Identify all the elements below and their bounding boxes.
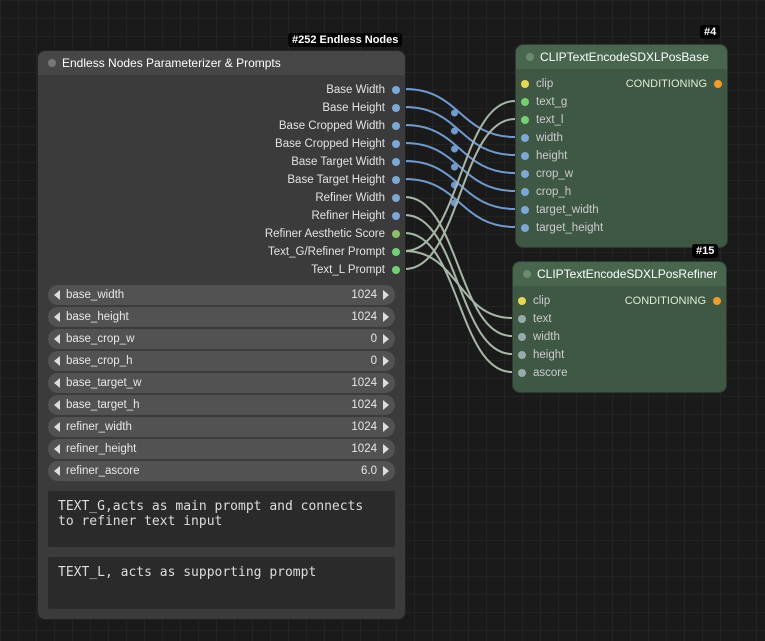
port-dot[interactable] (521, 152, 529, 160)
port-dot[interactable] (392, 230, 400, 238)
node-title[interactable]: CLIPTextEncodeSDXLPosRefiner (513, 262, 726, 286)
output-port[interactable]: Refiner Height (48, 207, 395, 225)
input-port[interactable]: target_width (526, 201, 717, 219)
output-port[interactable]: Base Width (48, 81, 395, 99)
input-ports: cliptextwidthheightascore (523, 292, 716, 382)
param-base_crop_w[interactable]: base_crop_w0 (48, 329, 395, 349)
node-badge: #15 (692, 244, 718, 258)
input-port[interactable]: width (526, 129, 717, 147)
port-dot[interactable] (392, 248, 400, 256)
port-dot[interactable] (392, 212, 400, 220)
port-dot[interactable] (518, 369, 526, 377)
port-dot[interactable] (392, 140, 400, 148)
increment-icon[interactable] (383, 334, 389, 344)
param-list: base_width1024base_height1024base_crop_w… (48, 285, 395, 481)
output-port[interactable]: Base Target Width (48, 153, 395, 171)
input-port[interactable]: crop_h (526, 183, 717, 201)
port-dot[interactable] (518, 315, 526, 323)
node-clip-encode-refiner[interactable]: CLIPTextEncodeSDXLPosRefiner CONDITIONIN… (512, 261, 727, 393)
node-title[interactable]: CLIPTextEncodeSDXLPosBase (516, 45, 727, 69)
port-dot[interactable] (392, 122, 400, 130)
port-dot[interactable] (392, 86, 400, 94)
increment-icon[interactable] (383, 466, 389, 476)
output-port[interactable]: Refiner Aesthetic Score (48, 225, 395, 243)
input-port[interactable]: text (523, 310, 716, 328)
input-port[interactable]: ascore (523, 364, 716, 382)
output-port[interactable]: Text_L Prompt (48, 261, 395, 279)
param-base_width[interactable]: base_width1024 (48, 285, 395, 305)
output-ports: Base WidthBase HeightBase Cropped WidthB… (48, 81, 395, 279)
param-refiner_width[interactable]: refiner_width1024 (48, 417, 395, 437)
increment-icon[interactable] (383, 356, 389, 366)
node-badge: #4 (700, 25, 720, 39)
decrement-icon[interactable] (54, 466, 60, 476)
increment-icon[interactable] (383, 378, 389, 388)
increment-icon[interactable] (383, 290, 389, 300)
text-l-input[interactable]: TEXT_L, acts as supporting prompt (48, 557, 395, 609)
port-dot[interactable] (392, 104, 400, 112)
output-port[interactable]: Refiner Width (48, 189, 395, 207)
port-dot[interactable] (392, 158, 400, 166)
port-dot[interactable] (521, 188, 529, 196)
port-dot[interactable] (392, 194, 400, 202)
decrement-icon[interactable] (54, 334, 60, 344)
node-badge: #252 Endless Nodes (288, 33, 402, 47)
input-port[interactable]: width (523, 328, 716, 346)
port-dot[interactable] (518, 333, 526, 341)
increment-icon[interactable] (383, 400, 389, 410)
output-port[interactable]: Base Target Height (48, 171, 395, 189)
increment-icon[interactable] (383, 444, 389, 454)
input-port[interactable]: clip (523, 292, 716, 310)
input-ports: cliptext_gtext_lwidthheightcrop_wcrop_ht… (526, 75, 717, 237)
output-port[interactable]: Base Height (48, 99, 395, 117)
input-port[interactable]: crop_w (526, 165, 717, 183)
param-base_target_w[interactable]: base_target_w1024 (48, 373, 395, 393)
output-port[interactable]: Base Cropped Height (48, 135, 395, 153)
output-port[interactable]: Text_G/Refiner Prompt (48, 243, 395, 261)
input-port[interactable]: text_l (526, 111, 717, 129)
input-port[interactable]: target_height (526, 219, 717, 237)
port-dot[interactable] (518, 297, 526, 305)
param-base_height[interactable]: base_height1024 (48, 307, 395, 327)
node-parameterizer[interactable]: Endless Nodes Parameterizer & Prompts Ba… (37, 50, 406, 620)
node-title[interactable]: Endless Nodes Parameterizer & Prompts (38, 51, 405, 75)
param-refiner_height[interactable]: refiner_height1024 (48, 439, 395, 459)
decrement-icon[interactable] (54, 400, 60, 410)
input-port[interactable]: text_g (526, 93, 717, 111)
decrement-icon[interactable] (54, 378, 60, 388)
input-port[interactable]: height (526, 147, 717, 165)
port-dot[interactable] (521, 80, 529, 88)
port-dot[interactable] (521, 170, 529, 178)
decrement-icon[interactable] (54, 290, 60, 300)
param-base_crop_h[interactable]: base_crop_h0 (48, 351, 395, 371)
port-dot[interactable] (518, 351, 526, 359)
port-dot[interactable] (521, 116, 529, 124)
output-port[interactable]: Base Cropped Width (48, 117, 395, 135)
port-dot[interactable] (521, 98, 529, 106)
port-dot[interactable] (521, 134, 529, 142)
port-dot[interactable] (392, 266, 400, 274)
node-clip-encode-base[interactable]: CLIPTextEncodeSDXLPosBase CONDITIONING c… (515, 44, 728, 248)
param-refiner_ascore[interactable]: refiner_ascore6.0 (48, 461, 395, 481)
text-g-input[interactable]: TEXT_G,acts as main prompt and connects … (48, 491, 395, 547)
port-dot[interactable] (521, 224, 529, 232)
input-port[interactable]: height (523, 346, 716, 364)
port-dot[interactable] (521, 206, 529, 214)
decrement-icon[interactable] (54, 312, 60, 322)
decrement-icon[interactable] (54, 422, 60, 432)
increment-icon[interactable] (383, 422, 389, 432)
port-dot[interactable] (392, 176, 400, 184)
input-port[interactable]: clip (526, 75, 717, 93)
decrement-icon[interactable] (54, 356, 60, 366)
decrement-icon[interactable] (54, 444, 60, 454)
increment-icon[interactable] (383, 312, 389, 322)
param-base_target_h[interactable]: base_target_h1024 (48, 395, 395, 415)
